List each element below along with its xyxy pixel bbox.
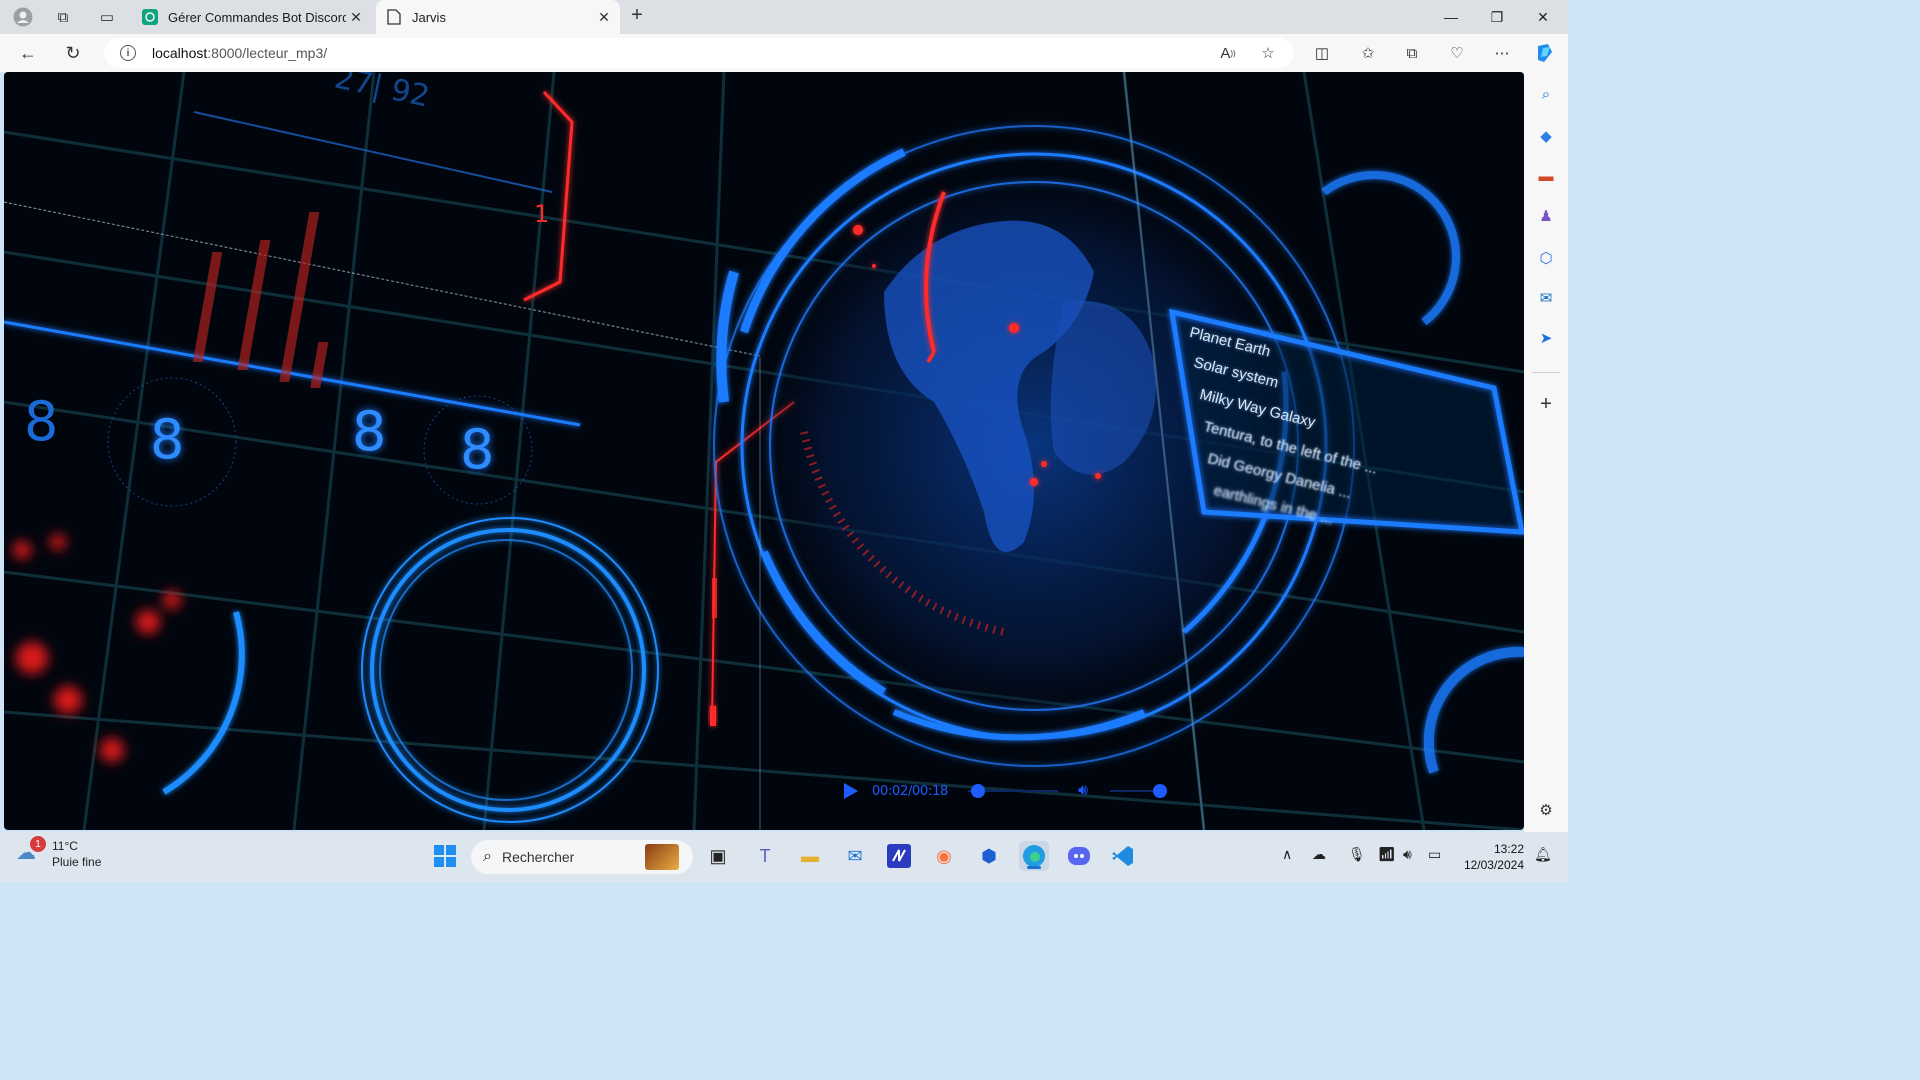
security-shield-icon[interactable]: ⬢ (974, 841, 1004, 871)
page-favicon-icon (386, 9, 402, 25)
volume-slider[interactable] (1110, 784, 1168, 798)
outlook-icon[interactable]: ✉ (1534, 286, 1558, 310)
read-aloud-icon[interactable]: A)) (1214, 40, 1242, 66)
microsoft365-icon[interactable]: ⬡ (1534, 246, 1558, 270)
seek-slider[interactable] (968, 784, 1059, 798)
task-view-icon[interactable]: ▣ (703, 841, 733, 871)
sidebar-settings-icon[interactable]: ⚙ (1534, 798, 1558, 822)
tab-title: Gérer Commandes Bot Discord (168, 9, 346, 25)
tab-discord-commands[interactable]: Gérer Commandes Bot Discord ✕ (132, 0, 372, 34)
sidebar-divider (1532, 372, 1560, 373)
audio-player: 00:02/00:18 🔊︎ (836, 779, 1168, 803)
shopping-tag-icon[interactable]: ◆ (1534, 124, 1558, 148)
visual-studio-icon[interactable] (884, 841, 914, 871)
battery-icon[interactable]: ▭ (1428, 846, 1441, 863)
address-toolbar: ← ↻ i localhost:8000/lecteur_mp3/ A)) ☆ … (0, 34, 1568, 72)
seek-knob[interactable] (970, 784, 985, 798)
address-bar[interactable]: i localhost:8000/lecteur_mp3/ (104, 38, 1294, 68)
weather-description: Pluie fine (52, 855, 102, 869)
edge-sidebar: ⌕ ◆ ▬ ♟ ⬡ ✉ ➤ + ⚙ (1524, 72, 1568, 832)
hud-digit: 8 (24, 390, 59, 453)
add-sidebar-app-icon[interactable]: + (1534, 392, 1558, 416)
close-tab-icon[interactable]: ✕ (346, 9, 366, 26)
site-info-icon[interactable]: i (120, 45, 136, 61)
url-text[interactable]: localhost:8000/lecteur_mp3/ (152, 45, 327, 61)
profile-icon[interactable] (10, 5, 36, 29)
rain-cloud-icon: ☁ 1 (16, 836, 46, 868)
weather-temperature: 11°C (52, 839, 78, 853)
volume-icon[interactable]: 🔊︎ (1078, 782, 1088, 800)
vscode-icon[interactable] (1108, 841, 1138, 871)
weather-widget[interactable]: ☁ 1 11°C Pluie fine (16, 836, 102, 870)
favorites-icon[interactable]: ✩ (1354, 40, 1382, 66)
search-icon: ⌕ (483, 848, 492, 865)
active-app-indicator (1027, 866, 1041, 869)
tools-briefcase-icon[interactable]: ▬ (1534, 164, 1558, 188)
ring-gauge (162, 517, 659, 823)
discord-icon[interactable] (1064, 841, 1094, 871)
microphone-icon[interactable]: 🎙︎ (1348, 846, 1366, 863)
search-icon[interactable]: ⌕ (1534, 82, 1558, 106)
more-menu-icon[interactable]: ⋯ (1488, 40, 1516, 66)
url-host: localhost (152, 45, 208, 61)
url-path: :8000/lecteur_mp3/ (207, 45, 328, 61)
teams-icon[interactable]: T (750, 841, 780, 871)
page-content: 8 8 8 8 1 27| 92 Planet Earth Solar syst… (4, 72, 1524, 830)
send-icon[interactable]: ➤ (1534, 326, 1558, 350)
windows-taskbar: ☁ 1 11°C Pluie fine ⌕ Rechercher ▣ T ▬ ✉ … (0, 832, 1568, 882)
taskbar-search[interactable]: ⌕ Rechercher (471, 840, 693, 874)
hud-red-number: 1 (534, 200, 550, 228)
browser-essentials-icon[interactable]: ♡ (1443, 40, 1471, 66)
chatgpt-favicon-icon (142, 9, 158, 25)
copilot-icon[interactable] (1531, 40, 1559, 66)
back-button[interactable]: ← (14, 40, 42, 66)
start-button[interactable] (430, 841, 460, 871)
collections-icon[interactable]: ⧉ (1398, 40, 1426, 66)
firefox-icon[interactable]: ◉ (929, 841, 959, 871)
hud-digit: 8 (150, 408, 185, 471)
onedrive-icon[interactable]: ☁ (1312, 846, 1326, 863)
close-window-button[interactable]: ✕ (1520, 0, 1566, 34)
time-display: 00:02/00:18 (872, 783, 949, 799)
search-highlight-image (645, 844, 679, 870)
clock-time: 13:22 (1493, 842, 1524, 856)
clock-date: 12/03/2024 (1463, 858, 1524, 872)
edge-icon[interactable] (1019, 841, 1049, 871)
speaker-icon[interactable]: 🔊︎ (1403, 846, 1412, 863)
favorite-star-icon[interactable]: ☆ (1254, 40, 1282, 66)
system-clock[interactable]: 13:22 12/03/2024 (1456, 841, 1524, 873)
games-icon[interactable]: ♟ (1534, 204, 1558, 228)
minimize-button[interactable]: — (1428, 0, 1474, 34)
show-hidden-icons[interactable]: ∧ (1282, 846, 1292, 863)
new-tab-button[interactable]: + (626, 5, 648, 27)
split-screen-icon[interactable]: ◫ (1308, 40, 1336, 66)
tab-actions-icon[interactable]: ▭ (94, 5, 120, 29)
tab-jarvis[interactable]: Jarvis ✕ (376, 0, 620, 34)
hud-digit: 8 (460, 418, 495, 481)
notification-badge: 1 (30, 836, 46, 852)
file-explorer-icon[interactable]: ▬ (795, 841, 825, 871)
browser-titlebar: ⧉ ▭ Gérer Commandes Bot Discord ✕ Jarvis… (0, 0, 1568, 34)
workspaces-icon[interactable]: ⧉ (50, 5, 76, 29)
close-tab-icon[interactable]: ✕ (594, 9, 614, 26)
hud-digit: 8 (352, 400, 387, 463)
notifications-bell-icon[interactable]: 🔔︎ (1534, 846, 1552, 863)
search-placeholder: Rechercher (501, 849, 575, 865)
wifi-icon[interactable]: 📶︎ (1378, 846, 1396, 863)
play-button[interactable] (844, 783, 858, 799)
restore-button[interactable]: ❐ (1474, 0, 1520, 34)
mail-icon[interactable]: ✉ (840, 841, 870, 871)
volume-knob[interactable] (1153, 784, 1168, 798)
tab-title: Jarvis (412, 9, 446, 25)
refresh-button[interactable]: ↻ (59, 40, 87, 66)
